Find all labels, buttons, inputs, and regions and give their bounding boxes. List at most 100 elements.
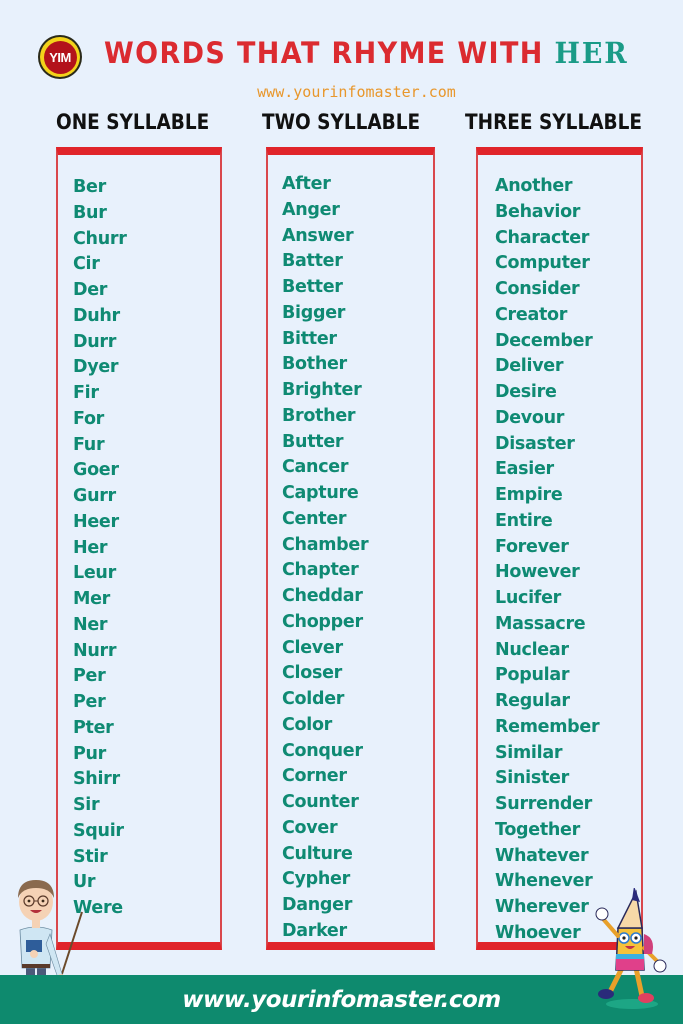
word-item: Darker: [282, 920, 347, 941]
word-item: Bitter: [282, 328, 337, 349]
word-item: Ber: [73, 177, 106, 197]
word-item: Color: [282, 714, 333, 735]
word-item: Der: [73, 280, 108, 300]
word-item: Sir: [73, 795, 100, 815]
word-item: Character: [495, 227, 590, 248]
word-item: Batter: [282, 251, 343, 272]
logo-ring: YIM: [40, 37, 80, 77]
word-item: Lucifer: [495, 588, 561, 608]
word-item: Counter: [282, 792, 359, 812]
word-item: Bur: [73, 202, 107, 223]
word-item: December: [495, 330, 593, 351]
column-header-two-syllable: TWO SYLLABLE: [262, 110, 421, 134]
word-item: Leur: [73, 563, 116, 584]
word-item: Similar: [495, 742, 563, 763]
word-box-three-syllable: Another Behavior Character Computer Consider…: [476, 147, 643, 950]
word-item: However: [495, 562, 580, 583]
word-item: Another: [495, 176, 573, 196]
word-item: Pter: [73, 717, 114, 738]
word-item: Chamber: [282, 534, 369, 555]
footer-bar: www.yourinfomaster.com: [0, 975, 683, 1024]
word-item: Surrender: [495, 794, 592, 814]
word-item: Durr: [73, 331, 117, 352]
word-item: Bigger: [282, 302, 346, 323]
word-item: Easier: [495, 459, 554, 480]
column-header-one-syllable: ONE SYLLABLE: [56, 110, 210, 134]
word-item: Gurr: [73, 486, 116, 506]
word-item: Fir: [73, 383, 99, 403]
word-item: Remember: [495, 716, 600, 737]
word-item: Danger: [282, 895, 353, 915]
column-header-three-syllable: THREE SYLLABLE: [465, 110, 643, 134]
word-item: Conquer: [282, 740, 363, 761]
word-item: Chopper: [282, 611, 363, 632]
word-item: Nurr: [73, 640, 117, 661]
word-item: Regular: [495, 691, 570, 711]
word-item: Creator: [495, 304, 568, 325]
word-item: Better: [282, 277, 343, 297]
word-item: Were: [73, 898, 123, 918]
word-item: Massacre: [495, 613, 586, 634]
word-item: Desire: [495, 382, 557, 402]
word-item: Forever: [495, 536, 569, 557]
word-item: Goer: [73, 460, 119, 481]
title-main: WORDS THAT RHYME WITH: [104, 36, 555, 70]
word-item: Per: [73, 666, 106, 687]
word-item: Culture: [282, 843, 353, 864]
word-item: Fur: [73, 434, 105, 455]
pencil-mascot-icon: [595, 888, 667, 1009]
word-item: Answer: [282, 225, 354, 246]
word-item: Ur: [73, 872, 96, 893]
subtitle-url: www.yourinfomaster.com: [257, 83, 456, 101]
word-item: Cancer: [282, 457, 349, 478]
word-item: Per: [73, 692, 106, 712]
word-item: For: [73, 408, 104, 429]
word-item: Sinister: [495, 768, 569, 789]
footer-url[interactable]: www.yourinfomaster.com: [182, 987, 501, 1013]
word-item: Butter: [282, 431, 344, 452]
word-item: Brighter: [282, 380, 362, 400]
word-list: Another Behavior Character Computer Consider…: [478, 155, 641, 947]
word-item: Mer: [73, 589, 111, 609]
word-item: After: [282, 174, 331, 194]
logo-text: YIM: [43, 40, 77, 74]
word-item: Shirr: [73, 769, 120, 790]
word-box-two-syllable: After Anger Answer Batter Better Bigger Bitter…: [266, 147, 435, 950]
word-item: Ner: [73, 614, 108, 635]
word-item: Nuclear: [495, 639, 569, 660]
word-item: Colder: [282, 689, 345, 709]
word-item: Corner: [282, 766, 347, 787]
word-item: Clever: [282, 637, 343, 658]
word-item: Empire: [495, 485, 563, 505]
title-accent: HER: [554, 36, 629, 70]
word-item: Bother: [282, 354, 347, 375]
word-item: Dyer: [73, 357, 119, 378]
word-item: Deliver: [495, 356, 564, 377]
word-box-one-syllable: Ber Bur Churr Cir Der Duhr Durr Dyer Fir For Fur Go…: [56, 147, 222, 950]
word-item: Cheddar: [282, 586, 363, 606]
word-item: Consider: [495, 279, 580, 299]
word-item: Duhr: [73, 305, 120, 326]
word-item: Devour: [495, 407, 565, 428]
word-item: Cir: [73, 254, 100, 275]
word-item: Cypher: [282, 869, 350, 890]
word-list: After Anger Answer Batter Better Bigger Bitter…: [268, 155, 433, 945]
word-item: Popular: [495, 665, 570, 686]
word-item: Anger: [282, 199, 340, 220]
word-item: Stir: [73, 846, 108, 867]
word-item: Together: [495, 819, 580, 840]
word-item: Churr: [73, 228, 127, 249]
word-item: Cover: [282, 817, 338, 838]
word-item: Closer: [282, 663, 342, 684]
word-item: Center: [282, 508, 347, 529]
word-item: Disaster: [495, 433, 575, 454]
word-item: Entire: [495, 510, 553, 531]
word-list: Ber Bur Churr Cir Der Duhr Durr Dyer Fir For Fur Go…: [58, 155, 220, 922]
word-item: Squir: [73, 820, 124, 841]
page-title: WORDS THAT RHYME WITH HER: [104, 36, 629, 70]
yim-logo: YIM: [38, 35, 82, 79]
word-item: Capture: [282, 483, 359, 503]
word-item: Chapter: [282, 560, 359, 581]
word-item: Computer: [495, 253, 590, 274]
word-item: Her: [73, 537, 108, 558]
